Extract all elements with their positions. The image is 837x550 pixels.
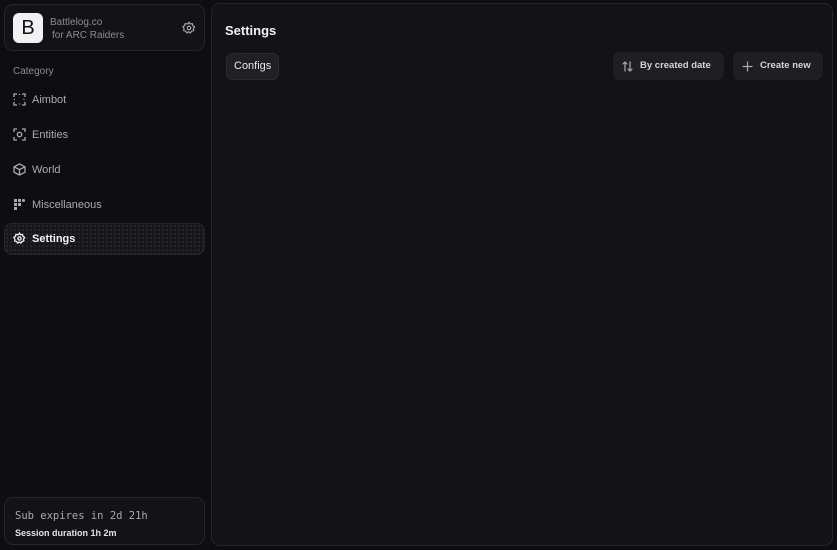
sidebar-item-miscellaneous[interactable]: Miscellaneous (4, 189, 205, 221)
grid-icon (13, 198, 26, 211)
sub-expires-text: Sub expires in 2d 21h (15, 510, 148, 522)
crosshair-square-icon (13, 93, 26, 106)
sidebar-item-world[interactable]: World (4, 154, 205, 186)
sidebar-item-entities[interactable]: Entities (4, 119, 205, 151)
brand-subtitle: for ARC Raiders (52, 30, 125, 41)
session-duration-text: Session duration 1h 2m (15, 528, 117, 538)
main-panel: Settings Configs By created date Create … (211, 3, 833, 546)
sidebar-item-label: Entities (32, 129, 69, 141)
app-window: B Battlelog.co for ARC Raiders Category … (0, 0, 837, 550)
page-title: Settings (225, 23, 277, 38)
sort-button-label: By created date (640, 60, 711, 71)
sidebar: B Battlelog.co for ARC Raiders Category … (0, 0, 208, 550)
brand-name: Battlelog.co (50, 17, 103, 28)
brand-logo: B (13, 13, 43, 43)
brand-card: B Battlelog.co for ARC Raiders (4, 4, 205, 51)
target-icon (13, 128, 26, 141)
subscription-status: Sub expires in 2d 21h Session duration 1… (4, 497, 205, 545)
sidebar-item-label: World (32, 164, 61, 176)
sort-arrows-icon (622, 61, 633, 72)
sidebar-item-label: Settings (32, 233, 76, 245)
create-button-label: Create new (760, 60, 811, 71)
gear-icon (13, 232, 26, 245)
category-label: Category (13, 66, 54, 77)
plus-icon (742, 61, 753, 72)
create-new-button[interactable]: Create new (733, 52, 823, 80)
sidebar-item-label: Aimbot (32, 94, 67, 106)
gear-icon[interactable] (182, 21, 196, 35)
sort-by-created-date-button[interactable]: By created date (613, 52, 724, 80)
cube-icon (13, 163, 26, 176)
tab-configs[interactable]: Configs (226, 53, 280, 80)
sidebar-item-settings[interactable]: Settings (4, 223, 205, 255)
sidebar-item-label: Miscellaneous (32, 199, 102, 211)
sidebar-item-aimbot[interactable]: Aimbot (4, 84, 205, 116)
